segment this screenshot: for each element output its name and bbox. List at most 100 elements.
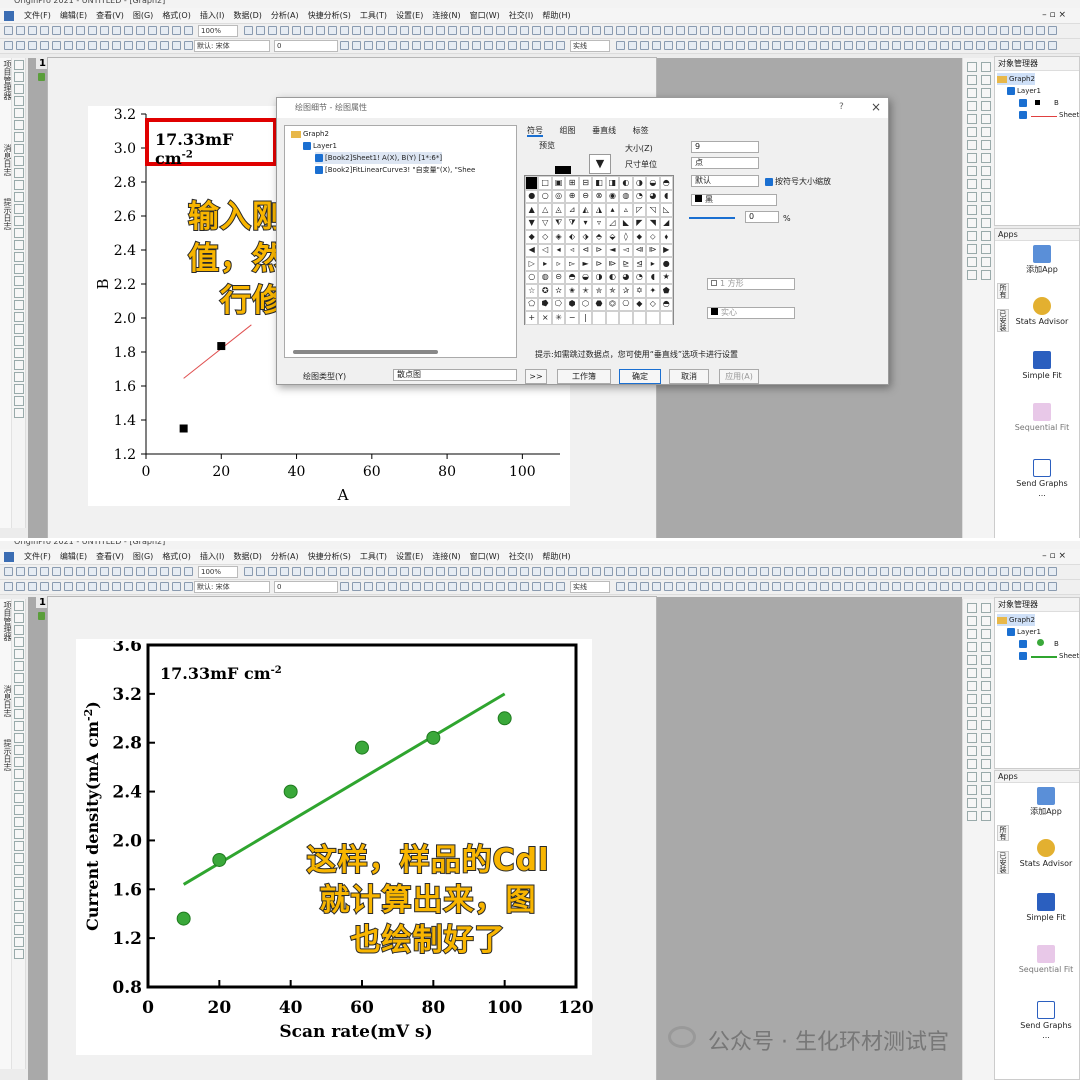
toolbar-button-icon[interactable]: [28, 41, 37, 50]
toolbar-button-icon[interactable]: [940, 41, 949, 50]
toolbar-button-icon[interactable]: [256, 26, 265, 35]
symbol-option[interactable]: ✮: [592, 284, 606, 298]
line-style-select[interactable]: 实线: [570, 581, 610, 593]
symbol-option[interactable]: ⊕: [565, 189, 579, 203]
toolbar-button-icon[interactable]: [328, 567, 337, 576]
graph-tool-icon[interactable]: [967, 694, 977, 704]
app-send-graphs[interactable]: Send Graphs ...: [1017, 1001, 1075, 1041]
toolbar-button-icon[interactable]: [856, 26, 865, 35]
toolbar-button-icon[interactable]: [352, 41, 361, 50]
toolbar-button-icon[interactable]: [52, 41, 61, 50]
toolbar-button-icon[interactable]: [880, 567, 889, 576]
symbol-option[interactable]: ◃: [565, 243, 579, 257]
symbol-option[interactable]: ◺: [659, 203, 673, 217]
symbol-option[interactable]: ⊿: [565, 203, 579, 217]
toolbar-button-icon[interactable]: [352, 26, 361, 35]
tool-button-icon[interactable]: [14, 649, 24, 659]
graph-tool-icon[interactable]: [967, 218, 977, 228]
menu-item[interactable]: 分析(A): [271, 549, 299, 565]
toolbar-button-icon[interactable]: [340, 41, 349, 50]
symbol-option[interactable]: ⭔: [551, 297, 566, 311]
toolbar-button-icon[interactable]: [688, 567, 697, 576]
toolbar-button-icon[interactable]: [844, 567, 853, 576]
toolbar-button-icon[interactable]: [1024, 41, 1033, 50]
symbol-option[interactable]: ✯: [605, 284, 620, 298]
tree-item-layer[interactable]: Layer1: [303, 140, 337, 152]
toolbar-button-icon[interactable]: [880, 26, 889, 35]
toolbar-button-icon[interactable]: [808, 26, 817, 35]
tool-button-icon[interactable]: [14, 685, 24, 695]
app-stats-advisor[interactable]: Stats Advisor: [1017, 839, 1075, 869]
tool-button-icon[interactable]: [14, 925, 24, 935]
graph-tool-icon[interactable]: [981, 114, 991, 124]
graph-tool-icon[interactable]: [981, 257, 991, 267]
graph-tool-icon[interactable]: [981, 772, 991, 782]
toolbar-button-icon[interactable]: [268, 567, 277, 576]
symbol-option[interactable]: ⬢: [565, 297, 579, 311]
symbol-option[interactable]: [592, 311, 606, 325]
symbol-option[interactable]: ⬟: [659, 284, 673, 298]
toolbar-button-icon[interactable]: [580, 567, 589, 576]
graph-tool-icon[interactable]: [967, 746, 977, 756]
menu-item[interactable]: 格式(O): [162, 8, 191, 24]
toolbar-button-icon[interactable]: [520, 582, 529, 591]
tool-button-icon[interactable]: [14, 372, 24, 382]
tool-button-icon[interactable]: [14, 877, 24, 887]
toolbar-button-icon[interactable]: [1048, 26, 1057, 35]
toolbar-button-icon[interactable]: [880, 41, 889, 50]
symbol-option[interactable]: ⧐: [605, 257, 620, 271]
toolbar-button-icon[interactable]: [136, 41, 145, 50]
symbol-option[interactable]: ◈: [551, 230, 566, 244]
toolbar-button-icon[interactable]: [940, 26, 949, 35]
symbol-option[interactable]: ⬘: [592, 230, 606, 244]
graph-tool-icon[interactable]: [967, 153, 977, 163]
toolbar-button-icon[interactable]: [796, 41, 805, 50]
toolbar-button-icon[interactable]: [436, 582, 445, 591]
toolbar-button-icon[interactable]: [424, 41, 433, 50]
toolbar-button-icon[interactable]: [976, 567, 985, 576]
symbol-option[interactable]: ◢: [659, 216, 673, 230]
toolbar-button-icon[interactable]: [172, 582, 181, 591]
checkbox-icon[interactable]: [1007, 628, 1015, 636]
toolbar-button-icon[interactable]: [1000, 41, 1009, 50]
toolbar-button-icon[interactable]: [244, 26, 253, 35]
tool-button-icon[interactable]: [14, 673, 24, 683]
graph-tool-icon[interactable]: [981, 231, 991, 241]
om-plot-fit[interactable]: Sheet: [1019, 109, 1079, 121]
om-graph[interactable]: Graph2: [997, 614, 1035, 626]
symbol-option[interactable]: ◓: [659, 297, 673, 311]
tool-button-icon[interactable]: [14, 288, 24, 298]
om-plot-fit[interactable]: Sheet: [1019, 650, 1079, 662]
symbol-option[interactable]: △: [538, 203, 552, 217]
toolbar-button-icon[interactable]: [76, 567, 85, 576]
symbol-option[interactable]: ◕: [619, 270, 633, 284]
graph-tool-icon[interactable]: [981, 629, 991, 639]
symbol-option[interactable]: ⧐: [646, 243, 660, 257]
toolbar-button-icon[interactable]: [844, 582, 853, 591]
symbol-option[interactable]: ☆: [525, 284, 539, 298]
symbol-option[interactable]: ◒: [578, 270, 593, 284]
tool-button-icon[interactable]: [14, 853, 24, 863]
toolbar-button-icon[interactable]: [664, 582, 673, 591]
graph-tool-icon[interactable]: [981, 668, 991, 678]
toolbar-button-icon[interactable]: [544, 582, 553, 591]
toolbar-button-icon[interactable]: [160, 26, 169, 35]
toolbar-button-icon[interactable]: [580, 26, 589, 35]
symbol-option[interactable]: ✰: [619, 284, 633, 298]
toolbar-button-icon[interactable]: [280, 567, 289, 576]
symbol-option[interactable]: ◄: [605, 243, 620, 257]
toolbar-button-icon[interactable]: [592, 26, 601, 35]
menu-item[interactable]: 插入(I): [200, 8, 225, 24]
toolbar-button-icon[interactable]: [364, 26, 373, 35]
graph-tool-icon[interactable]: [967, 101, 977, 111]
symbol-option[interactable]: ◆: [632, 297, 647, 311]
graph-tool-icon[interactable]: [967, 655, 977, 665]
toolbar-button-icon[interactable]: [508, 41, 517, 50]
toolbar-button-icon[interactable]: [700, 26, 709, 35]
app-add[interactable]: 添加App: [1013, 245, 1071, 275]
toolbar-button-icon[interactable]: [640, 567, 649, 576]
toolbar-button-icon[interactable]: [184, 582, 193, 591]
toolbar-button-icon[interactable]: [736, 26, 745, 35]
toolbar-button-icon[interactable]: [316, 26, 325, 35]
unit-select[interactable]: 点: [691, 157, 759, 169]
